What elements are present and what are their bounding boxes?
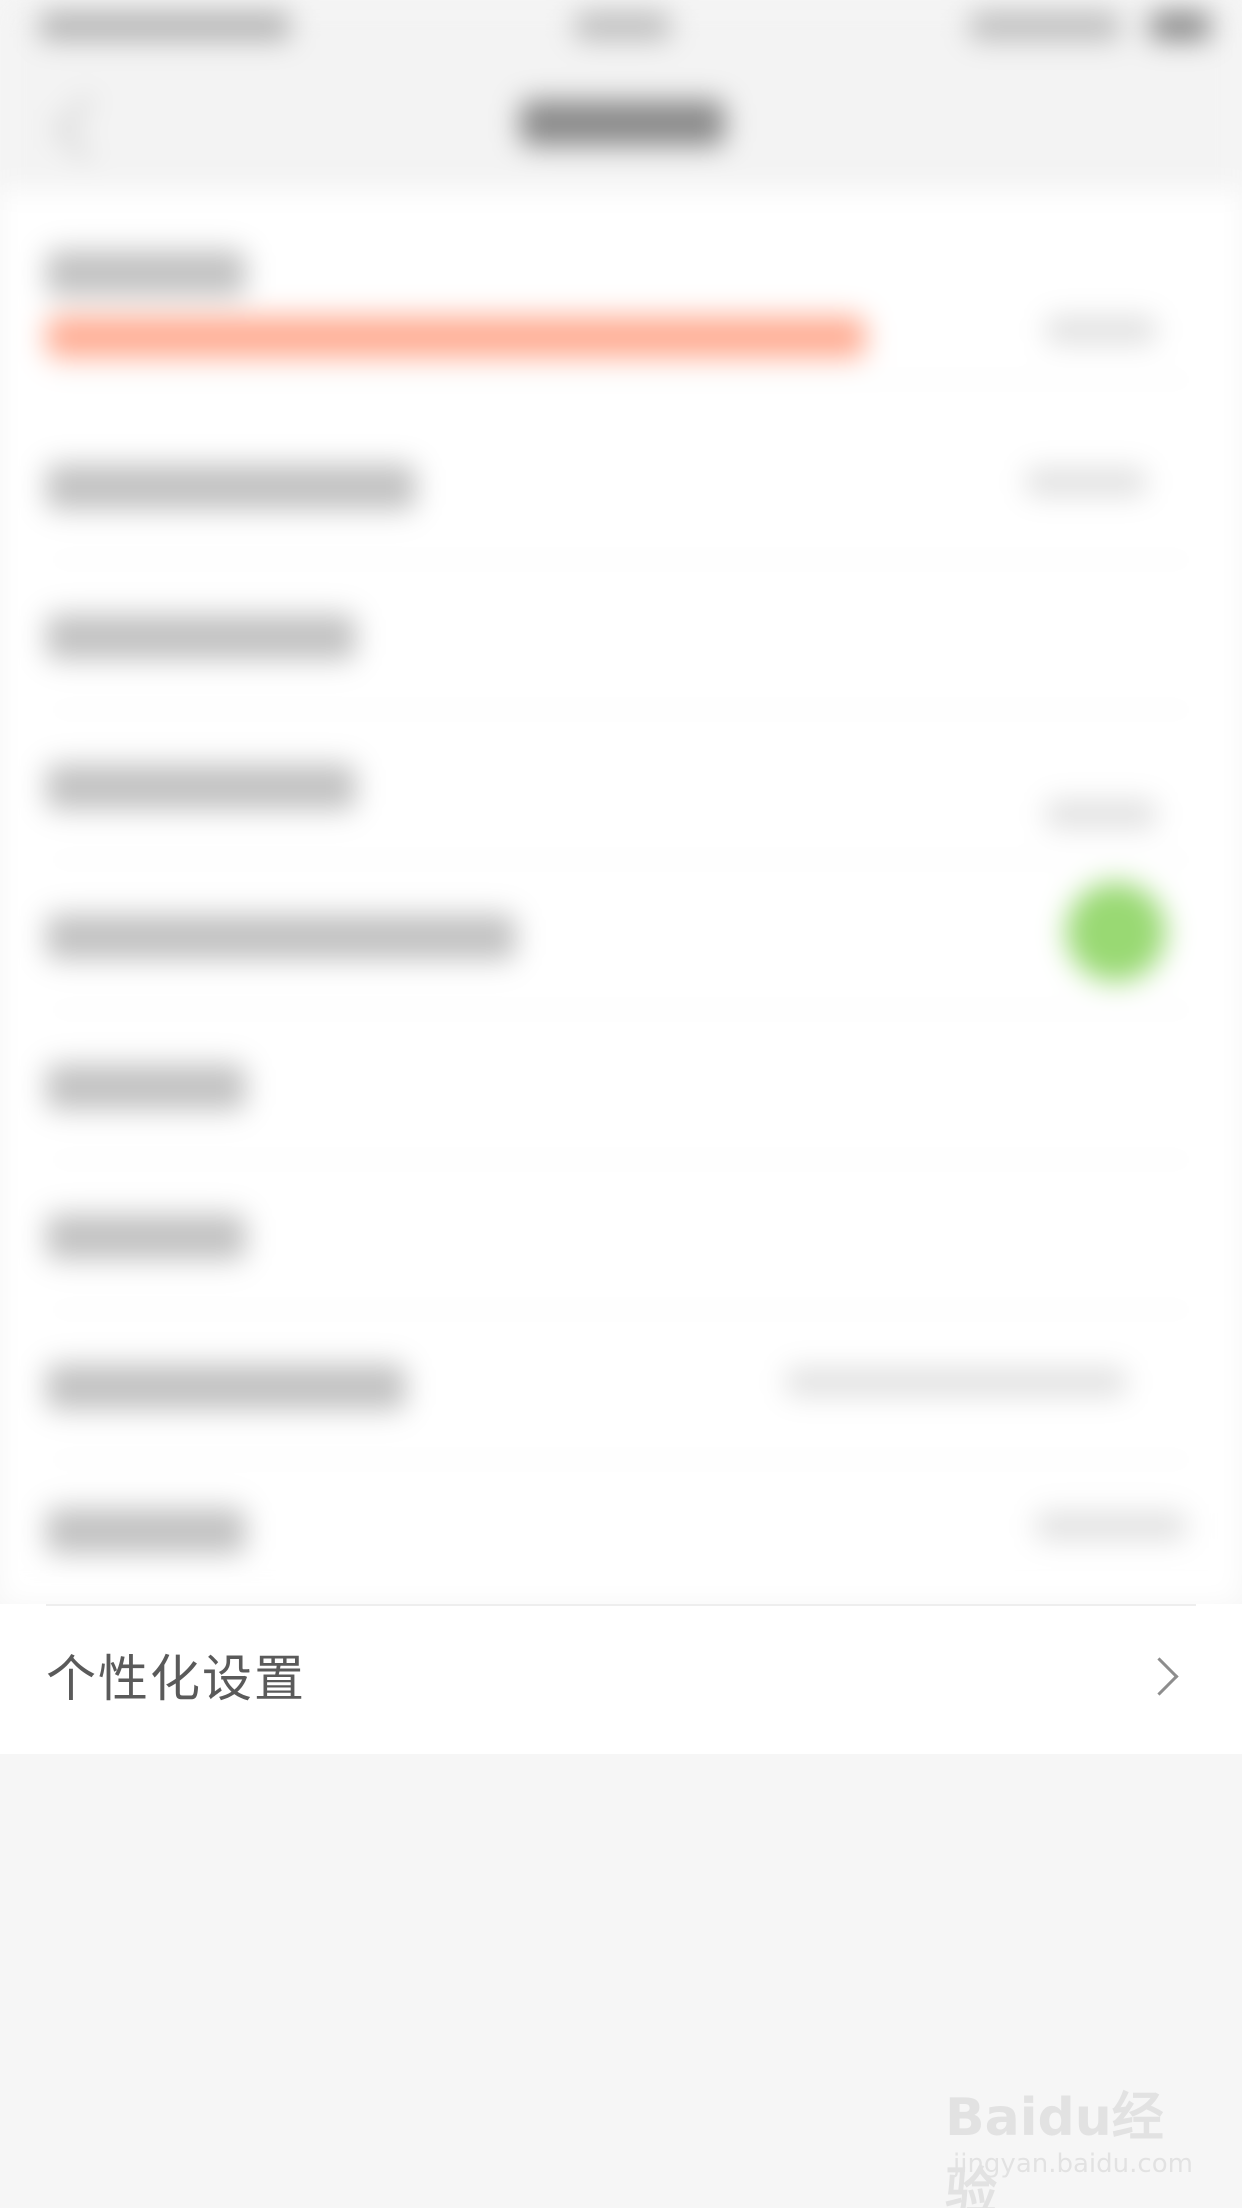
settings-screen: 个性化设置 Baidu经验 jingyan.baidu.com <box>0 0 1242 2208</box>
blurred-row-label <box>46 464 416 510</box>
page-title <box>520 100 725 146</box>
status-indicators <box>970 12 1120 40</box>
blurred-settings-row[interactable] <box>46 1454 1196 1604</box>
blurred-settings-row[interactable] <box>46 1160 1196 1310</box>
blurred-row-label <box>46 1508 246 1554</box>
blurred-row-value <box>1046 800 1156 828</box>
blurred-row-label <box>46 1214 246 1260</box>
blurred-settings-row[interactable] <box>46 710 1196 860</box>
blurred-row-value <box>1026 468 1146 496</box>
row-separator <box>46 379 1196 380</box>
blurred-settings-row[interactable] <box>46 860 1196 1010</box>
baidu-jingyan-watermark: Baidu经验 jingyan.baidu.com <box>945 2075 1205 2208</box>
watermark-url: jingyan.baidu.com <box>953 2149 1193 2179</box>
watermark-logo: Baidu经验 <box>945 2088 1164 2208</box>
toggle-switch-on[interactable] <box>1066 882 1166 982</box>
blurred-row-value <box>1046 316 1156 344</box>
blurred-row-label <box>46 764 356 810</box>
blurred-warning-text <box>46 316 866 358</box>
blurred-settings-row[interactable] <box>46 410 1196 560</box>
personalization-settings-row[interactable]: 个性化设置 <box>0 1604 1242 1754</box>
blurred-settings-row[interactable] <box>46 560 1196 710</box>
navigation-bar <box>0 60 1242 190</box>
status-time <box>575 12 670 40</box>
blurred-row-label <box>46 914 516 960</box>
blurred-settings-row[interactable] <box>46 1310 1196 1460</box>
carrier-indicator <box>40 12 290 40</box>
blurred-row-value <box>1036 1512 1186 1540</box>
battery-icon <box>1150 12 1210 40</box>
personalization-settings-label: 个性化设置 <box>46 1650 306 1708</box>
blurred-row-value <box>786 1368 1126 1396</box>
blurred-settings-row[interactable] <box>46 1010 1196 1160</box>
obscured-settings-area <box>0 0 1242 1604</box>
blurred-settings-row[interactable] <box>46 230 1196 380</box>
chevron-right-icon <box>1140 1657 1179 1696</box>
status-bar <box>0 0 1242 60</box>
blurred-row-label <box>46 1064 246 1110</box>
blurred-row-label <box>46 250 246 296</box>
back-arrow-icon[interactable] <box>53 95 119 161</box>
blurred-row-label <box>46 614 356 660</box>
row-separator <box>46 1604 1196 1606</box>
blurred-row-label <box>46 1364 406 1410</box>
